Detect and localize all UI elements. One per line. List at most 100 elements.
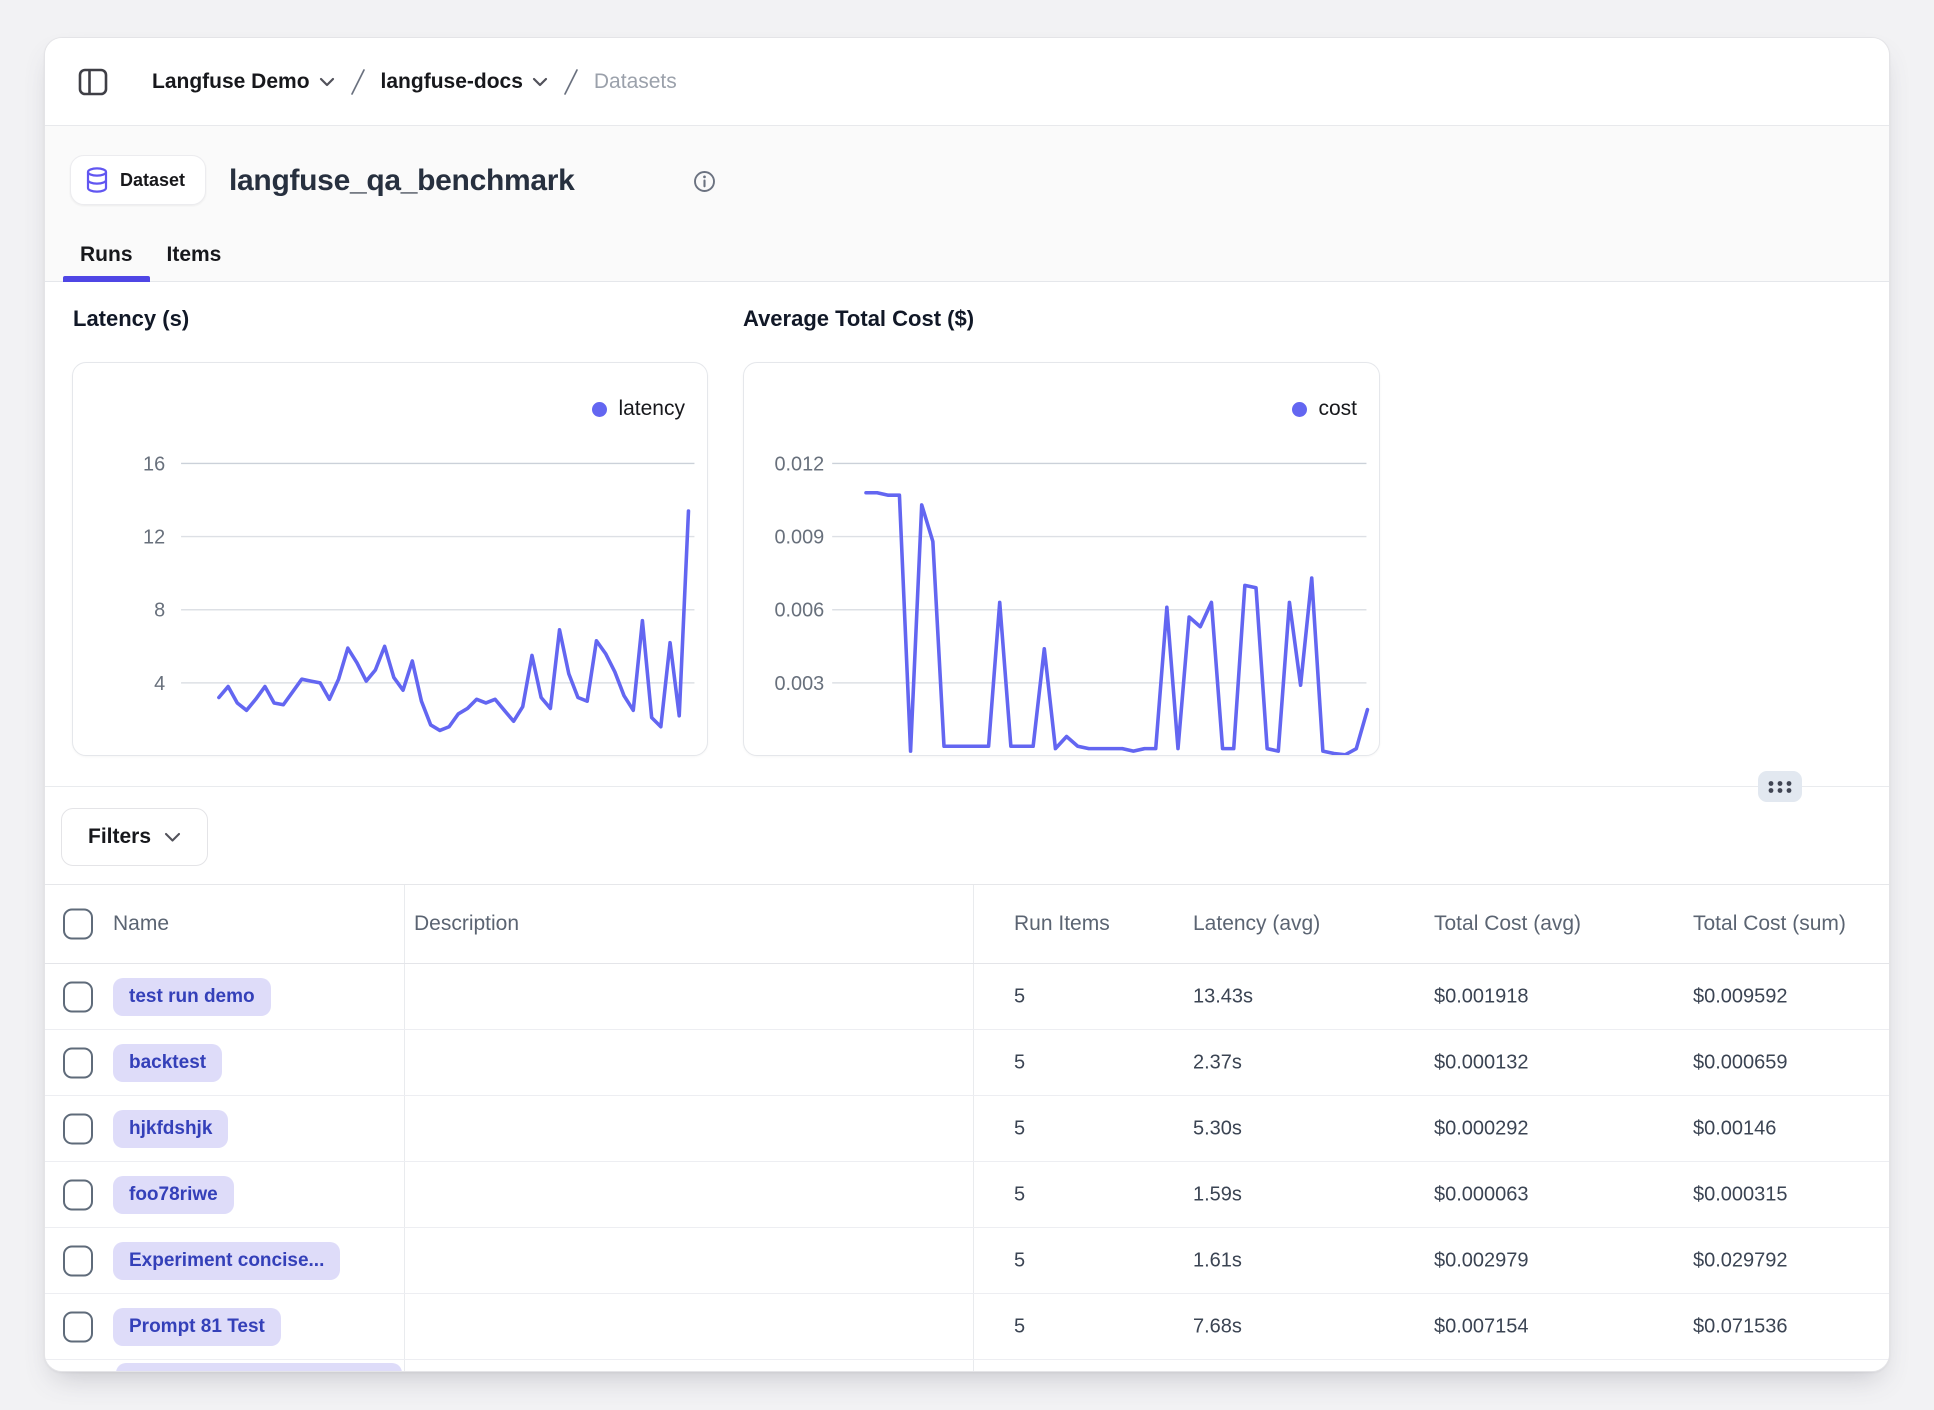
section-divider: [45, 786, 1889, 787]
table-header-row: Name Description Run Items Latency (avg)…: [45, 885, 1889, 964]
legend-item-cost[interactable]: cost: [1292, 397, 1357, 421]
run-name-cell: backtest: [113, 1044, 222, 1082]
table-row[interactable]: test run demo 5 13.43s $0.001918 $0.009592: [45, 964, 1889, 1030]
app-window: Langfuse Demo langfuse-docs Datasets: [44, 37, 1890, 1372]
total-cost-sum-cell: $0.009592: [1693, 985, 1788, 1008]
run-name-badge[interactable]: Prompt 81 Test: [113, 1308, 281, 1346]
tab-items[interactable]: Items: [150, 228, 239, 281]
filters-button[interactable]: Filters: [61, 808, 208, 866]
row-checkbox-cell: [63, 1245, 93, 1276]
run-name-badge[interactable]: test run demo: [113, 978, 271, 1016]
latency-line-chart: 161284: [73, 363, 707, 755]
run-name-cell: test run demo: [113, 978, 271, 1016]
breadcrumb-bar: Langfuse Demo langfuse-docs Datasets: [45, 38, 1889, 126]
cost-chart-title: Average Total Cost ($): [743, 306, 974, 332]
run-items-cell: 5: [1014, 1051, 1025, 1074]
resize-drag-handle-icon[interactable]: [1758, 771, 1802, 802]
breadcrumb-org-label: Langfuse Demo: [152, 70, 310, 94]
row-checkbox-cell: [63, 1311, 93, 1342]
latency-avg-cell: 13.43s: [1193, 985, 1253, 1008]
row-checkbox-cell: [63, 1179, 93, 1210]
row-checkbox[interactable]: [63, 1245, 93, 1276]
run-items-cell: 5: [1014, 1315, 1025, 1338]
table-body: test run demo 5 13.43s $0.001918 $0.009592 ba…: [45, 964, 1889, 1372]
total-cost-sum-cell: $0.071536: [1693, 1315, 1788, 1338]
chevron-down-icon: [319, 77, 335, 87]
tab-runs[interactable]: Runs: [63, 228, 150, 281]
sidebar-toggle-button[interactable]: [76, 65, 110, 99]
row-checkbox-cell: [63, 1047, 93, 1078]
total-cost-avg-cell: $0.000132: [1434, 1051, 1529, 1074]
run-items-cell: 5: [1014, 1249, 1025, 1272]
column-header-description: Description: [414, 912, 519, 936]
table-row[interactable]: hjkfdshjk55.30s$0.000292$0.00146: [45, 1096, 1889, 1162]
run-name-badge[interactable]: foo78riwe: [113, 1176, 234, 1214]
latency-chart-title: Latency (s): [73, 306, 189, 332]
breadcrumb-org[interactable]: Langfuse Demo: [152, 70, 335, 94]
run-name-cell: foo78riwe: [113, 1176, 234, 1214]
total-cost-sum-cell: $0.00146: [1693, 1117, 1776, 1140]
run-name-badge[interactable]: backtest: [113, 1044, 222, 1082]
run-name-badge[interactable]: [116, 1363, 402, 1372]
total-cost-sum-cell: $0.000315: [1693, 1183, 1788, 1206]
breadcrumb: Langfuse Demo langfuse-docs Datasets: [152, 67, 677, 97]
breadcrumb-separator: [563, 67, 579, 97]
legend-item-latency[interactable]: latency: [592, 397, 685, 421]
svg-text:0.009: 0.009: [774, 527, 824, 549]
legend-label: cost: [1318, 397, 1357, 421]
latency-avg-cell: 2.37s: [1193, 1051, 1242, 1074]
run-name-badge[interactable]: Experiment concise...: [113, 1242, 340, 1280]
row-checkbox[interactable]: [63, 1179, 93, 1210]
table-row[interactable]: Experiment concise...51.61s$0.002979$0.0…: [45, 1228, 1889, 1294]
row-checkbox[interactable]: [63, 981, 93, 1012]
total-cost-sum-cell: $0.000659: [1693, 1051, 1788, 1074]
run-items-cell: 5: [1014, 985, 1025, 1008]
select-all-checkbox[interactable]: [63, 909, 93, 940]
table-row[interactable]: backtest 5 2.37s $0.000132 $0.000659: [45, 1030, 1889, 1096]
panel-left-icon: [78, 68, 108, 96]
row-checkbox[interactable]: [63, 1047, 93, 1078]
svg-text:4: 4: [154, 673, 165, 695]
cost-chart: 0.0120.0090.0060.003 cost: [743, 362, 1380, 756]
breadcrumb-current-page: Datasets: [594, 70, 677, 94]
info-icon[interactable]: [693, 170, 716, 198]
column-header-run-items: Run Items: [1014, 912, 1110, 936]
tab-bar: Runs Items: [45, 228, 1889, 282]
breadcrumb-separator: [350, 67, 366, 97]
legend-dot-icon: [592, 402, 607, 417]
table-row[interactable]: Prompt 81 Test57.68s$0.007154$0.071536: [45, 1294, 1889, 1360]
run-name-badge[interactable]: hjkfdshjk: [113, 1110, 228, 1148]
legend-dot-icon: [1292, 402, 1307, 417]
total-cost-avg-cell: $0.007154: [1434, 1315, 1529, 1338]
database-icon: [85, 167, 109, 193]
table-row-partial[interactable]: [45, 1360, 1889, 1372]
row-checkbox-cell: [63, 1113, 93, 1144]
run-name-cell: Prompt 81 Test: [113, 1308, 281, 1346]
svg-text:0.003: 0.003: [774, 673, 824, 695]
run-name-cell: hjkfdshjk: [113, 1110, 228, 1148]
row-checkbox[interactable]: [63, 1113, 93, 1144]
table-row[interactable]: foo78riwe51.59s$0.000063$0.000315: [45, 1162, 1889, 1228]
svg-text:12: 12: [143, 527, 165, 549]
breadcrumb-project[interactable]: langfuse-docs: [381, 70, 548, 94]
latency-avg-cell: 1.59s: [1193, 1183, 1242, 1206]
legend-label: latency: [618, 397, 685, 421]
svg-text:0.012: 0.012: [774, 453, 824, 475]
dataset-header: Dataset langfuse_qa_benchmark Runs Items: [45, 126, 1889, 282]
column-header-total-cost-avg: Total Cost (avg): [1434, 912, 1581, 936]
page-title: langfuse_qa_benchmark: [229, 164, 575, 198]
total-cost-sum-cell: $0.029792: [1693, 1249, 1788, 1272]
latency-avg-cell: 5.30s: [1193, 1117, 1242, 1140]
row-checkbox[interactable]: [63, 1311, 93, 1342]
total-cost-avg-cell: $0.001918: [1434, 985, 1529, 1008]
total-cost-avg-cell: $0.000292: [1434, 1117, 1529, 1140]
row-checkbox-cell: [63, 981, 93, 1012]
breadcrumb-project-label: langfuse-docs: [381, 70, 523, 94]
filters-button-label: Filters: [88, 825, 151, 849]
total-cost-avg-cell: $0.000063: [1434, 1183, 1529, 1206]
cost-line-chart: 0.0120.0090.0060.003: [744, 363, 1379, 755]
column-header-total-cost-sum: Total Cost (sum): [1693, 912, 1846, 936]
column-header-name: Name: [113, 912, 169, 936]
column-header-latency-avg: Latency (avg): [1193, 912, 1320, 936]
run-name-cell: Experiment concise...: [113, 1242, 340, 1280]
